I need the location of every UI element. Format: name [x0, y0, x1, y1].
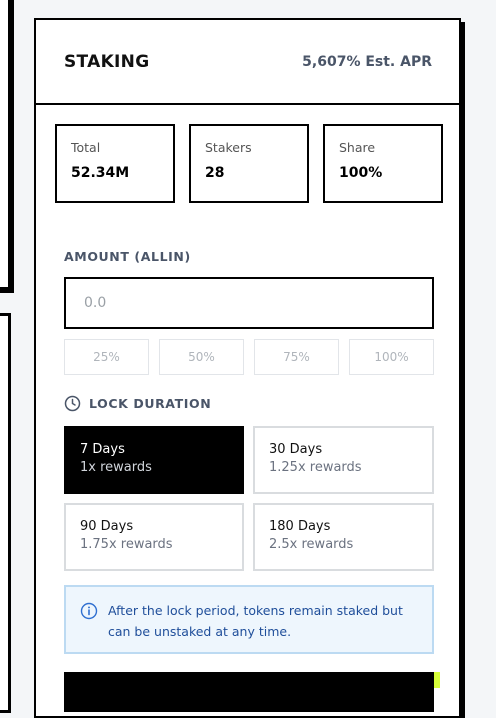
duration-name: 90 Days	[80, 519, 134, 534]
duration-name: 180 Days	[269, 519, 331, 534]
duration-option-30-days[interactable]: 30 Days 1.25x rewards	[253, 426, 434, 494]
stat-value: 52.34M	[71, 165, 130, 181]
background-panel-bottom	[0, 313, 11, 713]
duration-name: 30 Days	[269, 442, 323, 457]
stat-label: Share	[339, 140, 376, 155]
stat-value: 28	[205, 165, 225, 181]
page-title: STAKING	[64, 51, 150, 72]
lock-duration-header: LOCK DURATION	[64, 395, 211, 412]
card-header: STAKING 5,607% Est. APR	[36, 20, 459, 105]
stat-total: Total 52.34M	[55, 124, 175, 203]
info-notice: After the lock period, tokens remain sta…	[64, 585, 434, 654]
apr-label: 5,607% Est. APR	[302, 53, 432, 70]
duration-option-7-days[interactable]: 7 Days 1x rewards	[64, 426, 244, 494]
stat-label: Stakers	[205, 140, 252, 155]
stake-button[interactable]	[64, 672, 440, 712]
stake-button-accent	[434, 672, 440, 688]
info-text: After the lock period, tokens remain sta…	[108, 603, 403, 639]
percent-75-button[interactable]: 75%	[254, 339, 339, 375]
duration-name: 7 Days	[80, 442, 125, 457]
duration-option-180-days[interactable]: 180 Days 2.5x rewards	[253, 503, 434, 571]
percent-25-button[interactable]: 25%	[64, 339, 149, 375]
duration-options: 7 Days 1x rewards 30 Days 1.25x rewards …	[64, 426, 434, 571]
stat-label: Total	[71, 140, 101, 155]
stat-value: 100%	[339, 165, 383, 181]
amount-input[interactable]	[64, 277, 434, 329]
background-panel-top	[0, 0, 11, 290]
duration-rewards: 1.25x rewards	[269, 460, 362, 475]
lock-duration-label: LOCK DURATION	[89, 396, 212, 411]
percent-50-button[interactable]: 50%	[159, 339, 244, 375]
duration-rewards: 1x rewards	[80, 460, 152, 475]
stats-row: Total 52.34M Stakers 28 Share 100%	[55, 124, 443, 203]
amount-label: AMOUNT (ALLIN)	[64, 249, 191, 264]
duration-rewards: 1.75x rewards	[80, 537, 173, 552]
percent-100-button[interactable]: 100%	[349, 339, 434, 375]
percent-buttons: 25% 50% 75% 100%	[64, 339, 434, 375]
duration-option-90-days[interactable]: 90 Days 1.75x rewards	[64, 503, 244, 571]
duration-rewards: 2.5x rewards	[269, 537, 354, 552]
stat-stakers: Stakers 28	[189, 124, 309, 203]
clock-icon	[64, 395, 81, 412]
info-icon	[80, 602, 98, 620]
staking-card: STAKING 5,607% Est. APR Total 52.34M Sta…	[34, 18, 461, 718]
stat-share: Share 100%	[323, 124, 443, 203]
